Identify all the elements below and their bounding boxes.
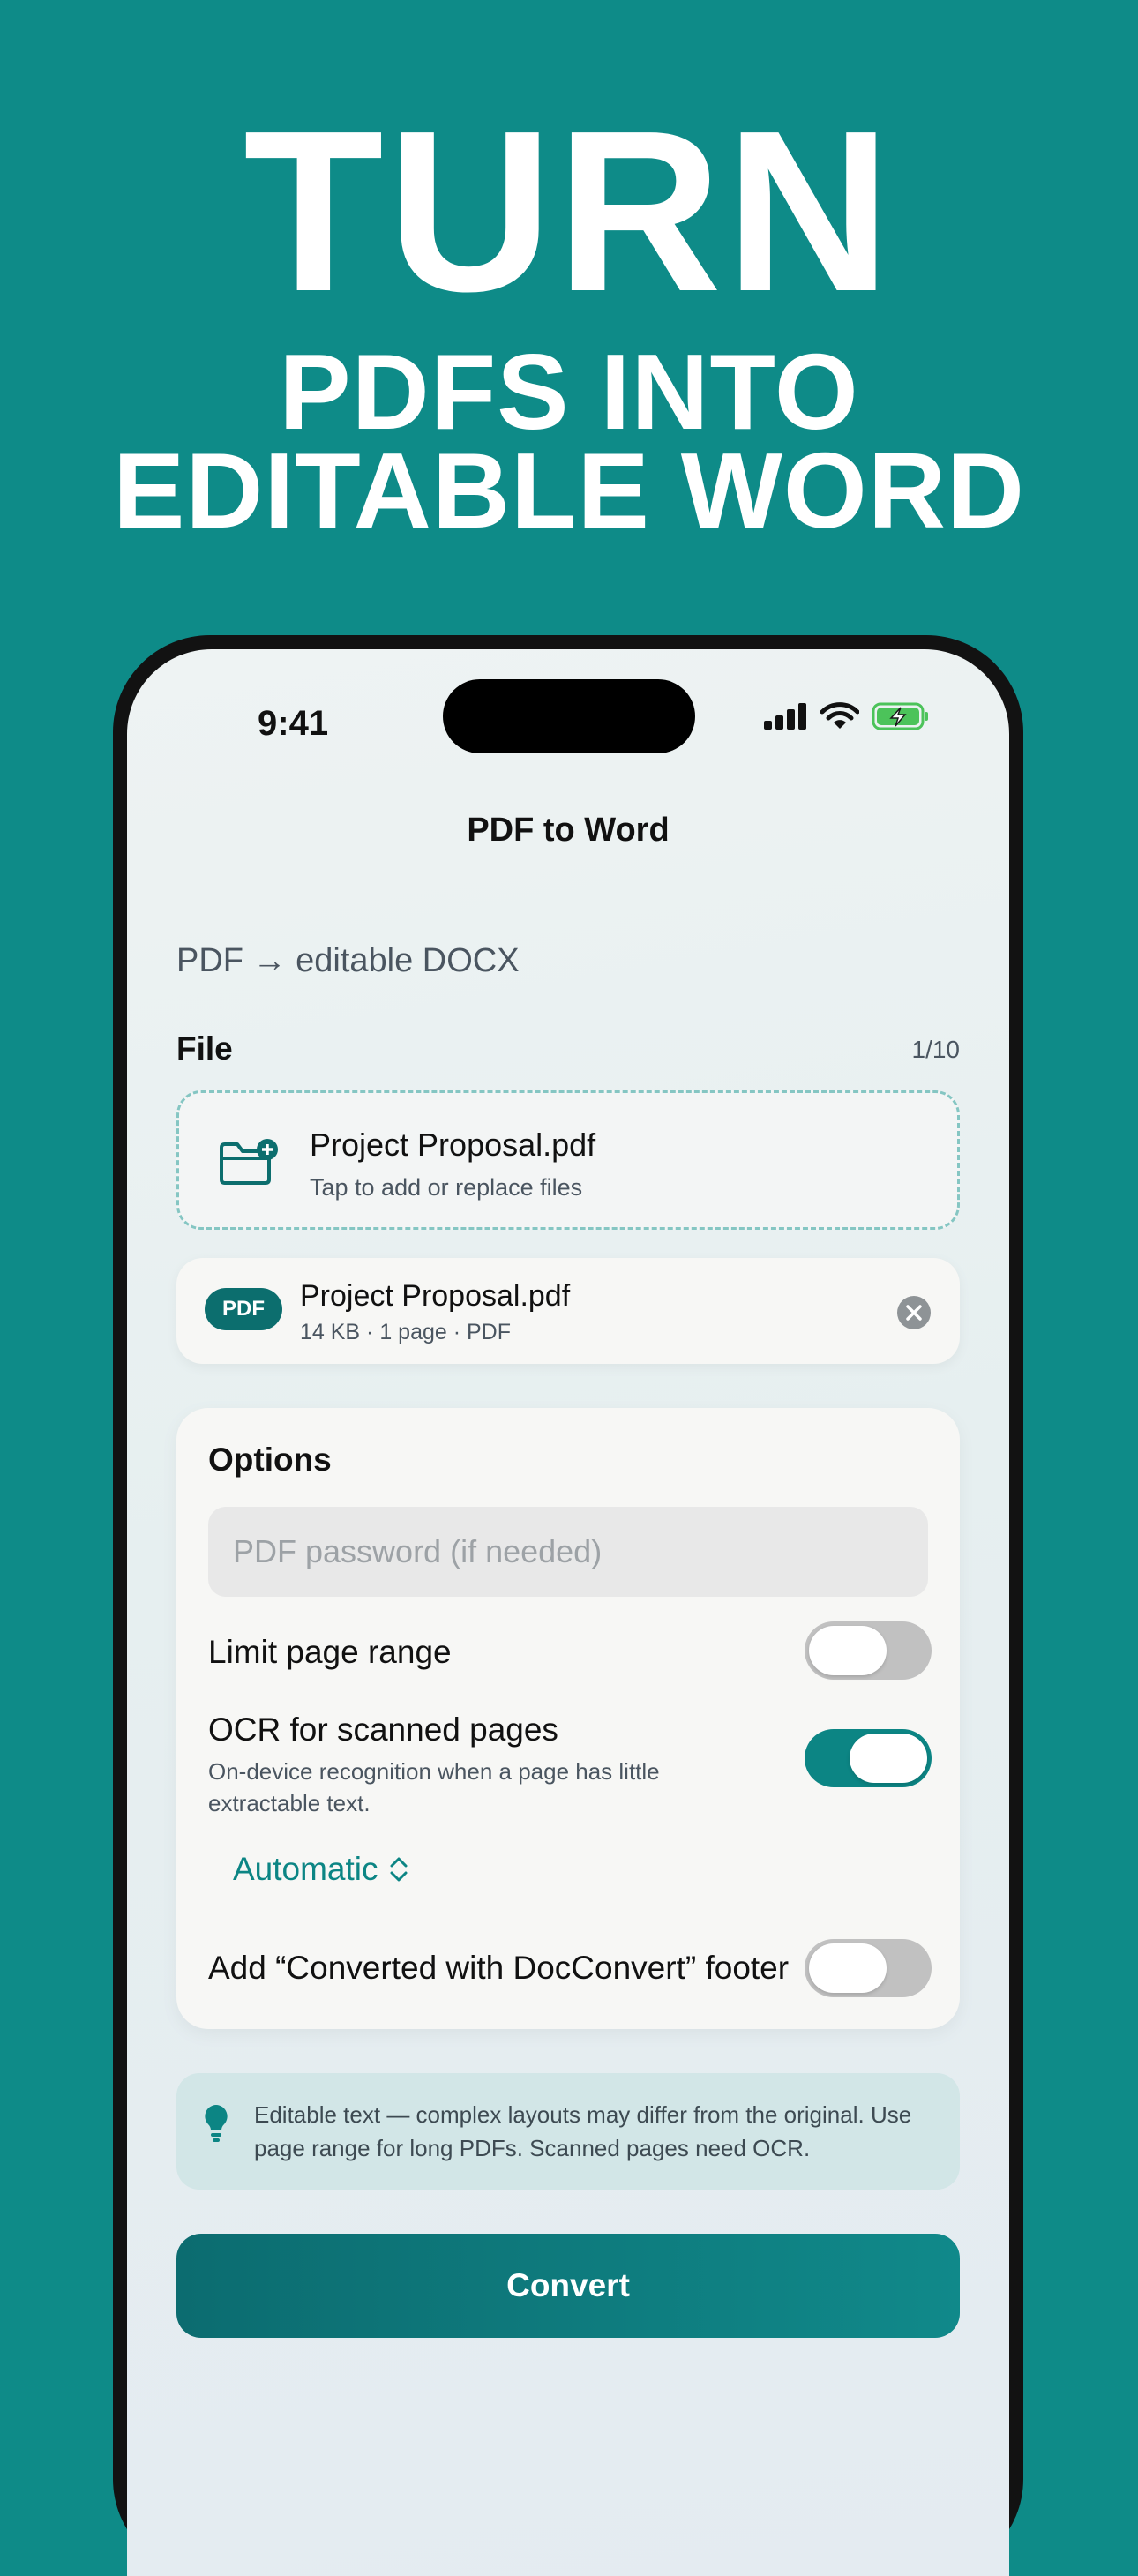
footer-toggle[interactable] bbox=[805, 1939, 932, 1997]
dropzone-title: Project Proposal.pdf bbox=[310, 1127, 596, 1163]
hero-subheadline: PDFS INTO EDITABLE WORD bbox=[0, 332, 1138, 550]
toggle-knob bbox=[850, 1734, 927, 1783]
options-heading: Options bbox=[208, 1442, 332, 1478]
app-screen: 9:41 PDF to Word PDF → editable DOCX Fil… bbox=[127, 649, 1009, 2576]
page-subtitle: PDF → editable DOCX bbox=[176, 942, 520, 979]
toggle-knob bbox=[809, 1626, 887, 1675]
selected-file-card: PDF Project Proposal.pdf 14 KB · 1 page … bbox=[176, 1258, 960, 1364]
dynamic-island bbox=[443, 679, 695, 753]
nav-title: PDF to Word bbox=[467, 812, 670, 849]
convert-button[interactable]: Convert bbox=[176, 2234, 960, 2338]
wifi-icon bbox=[820, 702, 859, 729]
page-range-toggle[interactable] bbox=[805, 1621, 932, 1680]
ocr-description: On-device recognition when a page has li… bbox=[208, 1758, 660, 1816]
hero-headline: TURN bbox=[243, 84, 895, 340]
ocr-label: OCR for scanned pages bbox=[208, 1711, 558, 1748]
file-section-heading: File bbox=[176, 1030, 233, 1067]
phone-frame: 9:41 PDF to Word PDF → editable DOCX Fil… bbox=[113, 635, 1023, 2576]
hero-subheadline-line1: PDFS INTO bbox=[279, 332, 859, 452]
ocr-mode-picker[interactable]: Automatic bbox=[233, 1851, 408, 1888]
lightbulb-icon bbox=[205, 2105, 228, 2142]
file-count: 1/10 bbox=[911, 1036, 961, 1063]
ocr-toggle[interactable] bbox=[805, 1729, 932, 1787]
hero-subheadline-line2: EDITABLE WORD bbox=[112, 431, 1026, 550]
footer-label: Add “Converted with DocConvert” footer bbox=[208, 1950, 790, 1986]
ocr-mode-value: Automatic bbox=[233, 1851, 378, 1887]
options-card: Options Limit page range OCR for scanned… bbox=[176, 1408, 960, 2029]
status-icons bbox=[764, 702, 930, 730]
file-type-badge: PDF bbox=[205, 1288, 282, 1330]
file-name: Project Proposal.pdf bbox=[300, 1279, 571, 1313]
toggle-knob bbox=[809, 1943, 887, 1993]
file-dropzone[interactable]: Project Proposal.pdf Tap to add or repla… bbox=[176, 1090, 960, 1230]
file-meta: 14 KB · 1 page · PDF bbox=[300, 1320, 512, 1344]
folder-add-icon bbox=[220, 1139, 278, 1185]
signal-icon bbox=[764, 703, 806, 730]
battery-charging-icon bbox=[872, 702, 928, 730]
page-range-label: Limit page range bbox=[208, 1634, 452, 1670]
tip-text: Editable text — complex layouts may diff… bbox=[254, 2101, 912, 2161]
chevron-up-down-icon bbox=[390, 1857, 408, 1882]
pdf-password-input[interactable] bbox=[208, 1507, 928, 1597]
dropzone-hint: Tap to add or replace files bbox=[310, 1174, 583, 1201]
tip-banner: Editable text — complex layouts may diff… bbox=[176, 2073, 960, 2190]
close-circle-icon[interactable] bbox=[896, 1295, 932, 1330]
status-time: 9:41 bbox=[258, 704, 329, 743]
